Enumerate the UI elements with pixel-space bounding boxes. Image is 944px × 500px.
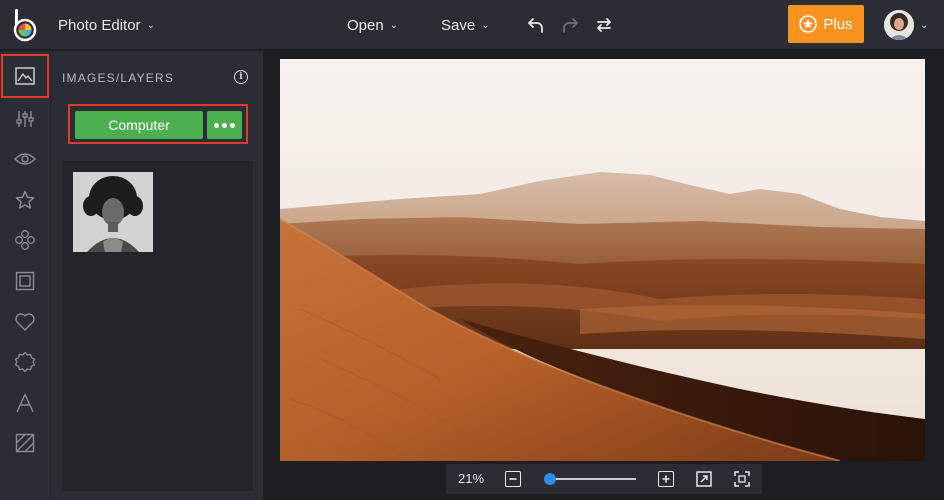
chevron-down-icon: ⌄ — [389, 19, 399, 31]
rail-item-overlays[interactable] — [0, 220, 50, 260]
rail-item-textures[interactable] — [0, 423, 50, 463]
account-menu[interactable]: ⌄ — [884, 10, 928, 40]
chevron-down-icon: ⌄ — [920, 19, 929, 31]
more-dots-icon — [214, 122, 219, 128]
canvas-image-desert[interactable] — [280, 59, 925, 461]
chevron-down-icon: ⌄ — [481, 19, 490, 31]
app-title-dropdown[interactable]: Photo Editor ⌄ — [58, 15, 155, 35]
rail-item-stickers[interactable] — [0, 342, 50, 382]
rail-item-images[interactable] — [1, 54, 49, 98]
chevron-down-icon: ⌄ — [146, 19, 155, 31]
expand-icon — [696, 471, 712, 487]
minus-icon — [509, 478, 517, 480]
rail-item-effects[interactable] — [0, 180, 50, 220]
zoom-slider-handle[interactable] — [544, 473, 556, 485]
swap-button[interactable] — [592, 13, 616, 37]
upload-button-group: Computer — [68, 104, 248, 144]
app-title: Photo Editor — [58, 16, 141, 34]
plus-icon — [662, 475, 670, 483]
adjustments-icon — [16, 111, 34, 127]
save-menu[interactable]: Save ⌄ — [441, 15, 490, 35]
actual-size-button[interactable] — [733, 470, 751, 488]
text-icon — [16, 393, 34, 413]
focus-frame-icon — [734, 471, 750, 487]
editor-canvas — [264, 51, 944, 500]
redo-icon — [563, 18, 578, 33]
texture-icon — [15, 433, 35, 453]
tool-rail — [0, 51, 50, 500]
eye-icon — [14, 153, 36, 165]
rail-item-text[interactable] — [0, 383, 50, 423]
panel-title: IMAGES/LAYERS — [62, 71, 175, 85]
rail-item-eye[interactable] — [0, 139, 50, 179]
befunky-logo[interactable] — [12, 8, 38, 42]
swap-icon — [597, 18, 611, 32]
overlays-icon — [15, 230, 35, 250]
redo-button[interactable] — [558, 13, 582, 37]
rail-item-graphics[interactable] — [0, 302, 50, 342]
images-layers-panel: IMAGES/LAYERS i Computer — [50, 51, 263, 500]
frame-icon — [15, 271, 35, 291]
save-menu-label: Save — [441, 16, 476, 34]
undo-button[interactable] — [524, 13, 548, 37]
computer-upload-button[interactable]: Computer — [75, 111, 203, 139]
star-badge-icon — [799, 15, 818, 33]
rail-item-frames[interactable] — [0, 261, 50, 301]
plus-upgrade-button[interactable]: Plus — [788, 5, 864, 43]
image-thumbnail[interactable] — [73, 172, 153, 252]
zoom-out-button[interactable] — [505, 471, 521, 487]
star-icon — [15, 190, 35, 209]
zoom-slider[interactable] — [544, 473, 636, 485]
heart-icon — [15, 313, 35, 331]
image-icon — [15, 67, 35, 85]
more-sources-button[interactable] — [207, 111, 242, 139]
zoom-bar: 21% — [446, 464, 762, 494]
zoom-in-button[interactable] — [658, 471, 674, 487]
top-bar: Photo Editor ⌄ Open ⌄ Save ⌄ Plus ⌄ — [0, 0, 944, 50]
zoom-percentage[interactable]: 21% — [458, 471, 484, 486]
open-menu-label: Open — [347, 16, 384, 34]
image-layers-list — [62, 161, 253, 491]
badge-icon — [14, 351, 36, 373]
open-menu[interactable]: Open ⌄ — [347, 15, 398, 35]
fit-to-screen-button[interactable] — [695, 470, 713, 488]
info-icon[interactable]: i — [234, 70, 248, 84]
avatar — [884, 10, 914, 40]
plus-label: Plus — [823, 15, 853, 33]
rail-item-adjustments[interactable] — [0, 99, 50, 139]
undo-icon — [528, 18, 543, 33]
